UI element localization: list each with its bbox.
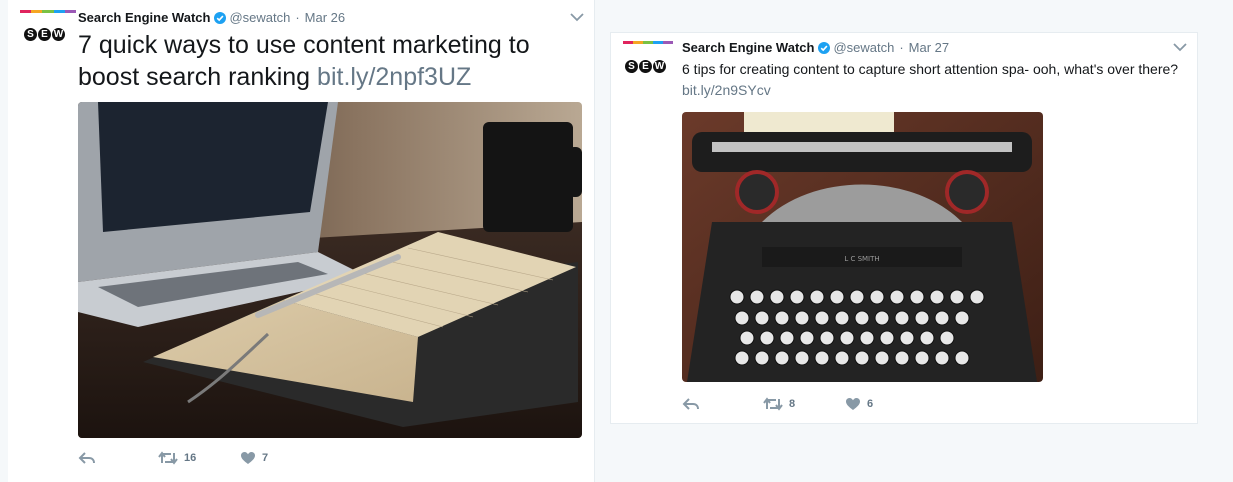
notebook-photo — [78, 102, 582, 438]
verified-badge-icon — [818, 41, 831, 54]
sew-logo: S E W — [625, 60, 667, 73]
like-button[interactable]: 6 — [845, 397, 873, 411]
svg-text:L C SMITH: L C SMITH — [844, 255, 879, 263]
tweet-body: 6 tips for creating content to capture s… — [682, 61, 1179, 77]
avatar-stripes — [623, 41, 673, 44]
retweet-icon — [158, 451, 178, 465]
tweet-actions: 8 6 — [682, 397, 873, 411]
reply-button[interactable] — [78, 451, 158, 465]
tweet-header: Search Engine Watch @sewatch · Mar 26 — [78, 10, 345, 25]
avatar[interactable]: S E W — [623, 41, 673, 91]
tweet-text: 6 tips for creating content to capture s… — [682, 59, 1182, 101]
retweet-count: 8 — [789, 398, 796, 410]
logo-letter: E — [38, 28, 51, 41]
logo-letter: W — [52, 28, 65, 41]
heart-icon — [241, 452, 255, 464]
tweet-card[interactable]: S E W Search Engine Watch @sewatch · Mar… — [8, 0, 595, 482]
retweet-button[interactable]: 16 — [158, 451, 240, 465]
tweet-link[interactable]: bit.ly/2n9SYcv — [682, 82, 771, 98]
avatar[interactable]: S E W — [20, 10, 76, 66]
verified-badge-icon — [214, 11, 227, 24]
retweet-icon — [763, 397, 783, 411]
retweet-count: 16 — [184, 452, 197, 464]
account-handle[interactable]: @sewatch — [833, 40, 894, 55]
tweet-image[interactable]: L C SMITH — [682, 112, 1043, 382]
logo-letter: W — [653, 60, 666, 73]
typewriter-photo: L C SMITH — [682, 112, 1043, 382]
logo-letter: S — [625, 60, 638, 73]
sew-logo: S E W — [24, 28, 66, 41]
account-name[interactable]: Search Engine Watch — [682, 40, 814, 55]
separator-dot: · — [295, 10, 300, 25]
tweet-date[interactable]: Mar 27 — [909, 40, 949, 55]
retweet-button[interactable]: 8 — [763, 397, 845, 411]
separator-dot: · — [899, 40, 904, 55]
like-count: 7 — [262, 452, 269, 464]
account-handle[interactable]: @sewatch — [229, 10, 290, 25]
tweet-card[interactable]: S E W Search Engine Watch @sewatch · Mar… — [610, 32, 1198, 424]
tweet-date[interactable]: Mar 26 — [305, 10, 345, 25]
reply-icon — [682, 398, 699, 410]
like-button[interactable]: 7 — [240, 451, 268, 465]
reply-icon — [78, 452, 95, 464]
tweet-header: Search Engine Watch @sewatch · Mar 27 — [682, 40, 949, 55]
tweet-actions: 16 7 — [78, 451, 268, 465]
chevron-down-icon[interactable] — [570, 12, 584, 22]
tweet-image[interactable] — [78, 102, 582, 438]
logo-letter: E — [639, 60, 652, 73]
avatar-stripes — [20, 10, 76, 13]
chevron-down-icon[interactable] — [1173, 42, 1187, 52]
heart-icon — [846, 398, 860, 410]
tweet-text: 7 quick ways to use content marketing to… — [78, 29, 588, 93]
tweet-link[interactable]: bit.ly/2npf3UZ — [317, 63, 471, 91]
account-name[interactable]: Search Engine Watch — [78, 10, 210, 25]
like-count: 6 — [867, 398, 874, 410]
logo-letter: S — [24, 28, 37, 41]
reply-button[interactable] — [682, 397, 763, 411]
